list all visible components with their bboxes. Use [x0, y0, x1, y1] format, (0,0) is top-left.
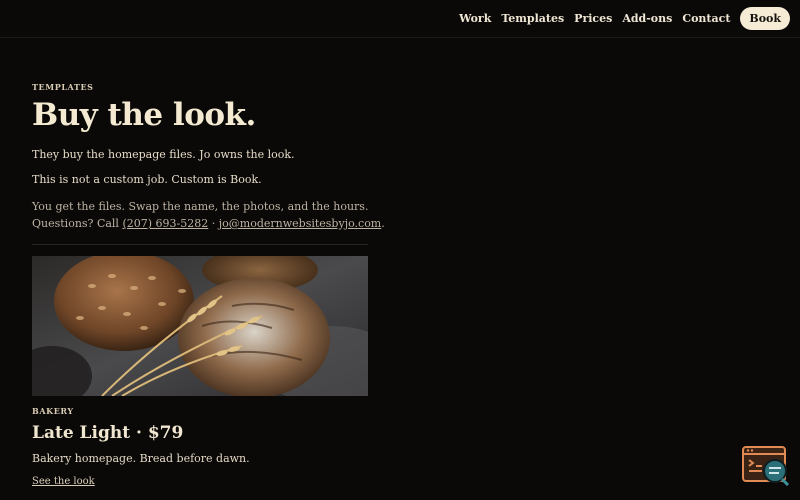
site-header: Work Templates Prices Add-ons Contact Bo… [0, 0, 800, 38]
card-category: BAKERY [32, 406, 74, 416]
contact-separator: · [211, 217, 216, 230]
card-description: Bakery homepage. Bread before dawn. [32, 452, 250, 465]
nav-link-prices[interactable]: Prices [574, 8, 612, 30]
fine-print-period: . [381, 217, 385, 230]
intro-fine-print: You get the files. Swap the name, the ph… [32, 198, 385, 232]
intro-line-1: They buy the homepage files. Jo owns the… [32, 148, 295, 161]
bakery-bread-photo[interactable] [32, 256, 368, 396]
browser-chat-icon[interactable] [742, 446, 790, 487]
nav-link-contact[interactable]: Contact [682, 8, 730, 30]
page-title: Buy the look. [32, 97, 256, 133]
intro-line-2: This is not a custom job. Custom is Book… [32, 173, 262, 186]
nav-link-templates[interactable]: Templates [501, 8, 564, 30]
main-content: TEMPLATES Buy the look. They buy the hom… [32, 81, 385, 489]
see-the-look-link[interactable]: See the look [32, 475, 95, 489]
template-card: BAKERY Late Light · $79 Bakery homepage.… [32, 256, 368, 489]
nav-link-add-ons[interactable]: Add-ons [622, 8, 672, 30]
fine-print-line: You get the files. Swap the name, the ph… [32, 200, 369, 213]
main-nav: Work Templates Prices Add-ons Contact Bo… [459, 7, 790, 30]
card-title: Late Light · $79 [32, 423, 184, 443]
section-divider [32, 244, 368, 245]
nav-link-work[interactable]: Work [459, 8, 491, 30]
book-button[interactable]: Book [740, 7, 790, 30]
questions-label: Questions? Call [32, 217, 119, 230]
email-link[interactable]: jo@modernwebsitesbyjo.com [219, 217, 382, 230]
section-eyebrow: TEMPLATES [32, 82, 94, 92]
phone-link[interactable]: (207) 693-5282 [122, 217, 208, 230]
